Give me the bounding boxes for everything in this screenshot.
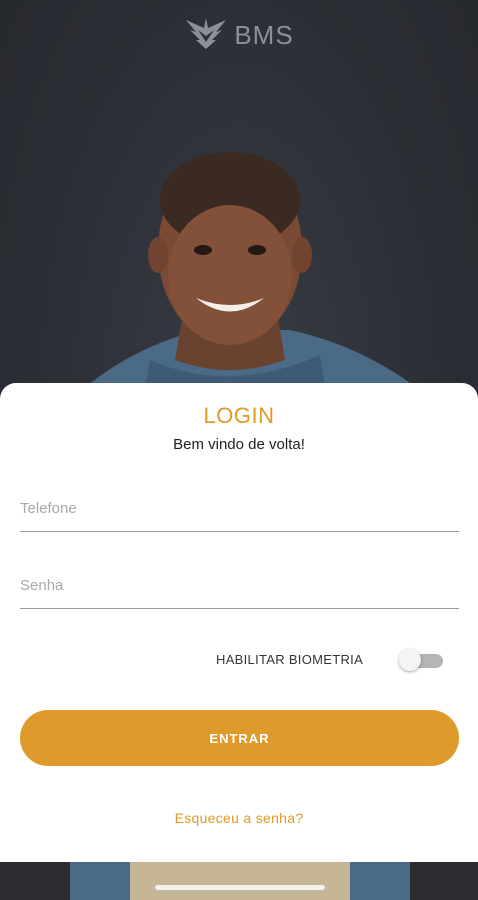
- eagle-logo-icon: [184, 16, 228, 55]
- phone-input[interactable]: [20, 486, 459, 532]
- home-indicator[interactable]: [155, 885, 325, 890]
- bottom-photo-strip: [0, 862, 478, 900]
- login-submit-button[interactable]: ENTRAR: [20, 710, 459, 766]
- welcome-subtitle: Bem vindo de volta!: [173, 436, 305, 453]
- biometry-toggle[interactable]: [399, 649, 443, 671]
- brand-name: BMS: [234, 20, 294, 50]
- toggle-thumb: [399, 649, 421, 671]
- login-card: LOGIN Bem vindo de volta! HABILITAR BIOM…: [0, 383, 478, 862]
- login-title: LOGIN: [203, 403, 275, 428]
- brand-logo: BMS: [0, 16, 478, 55]
- biometry-label: HABILITAR BIOMETRIA: [216, 652, 364, 667]
- password-input[interactable]: [20, 563, 459, 609]
- forgot-password-link[interactable]: Esqueceu a senha?: [0, 810, 478, 826]
